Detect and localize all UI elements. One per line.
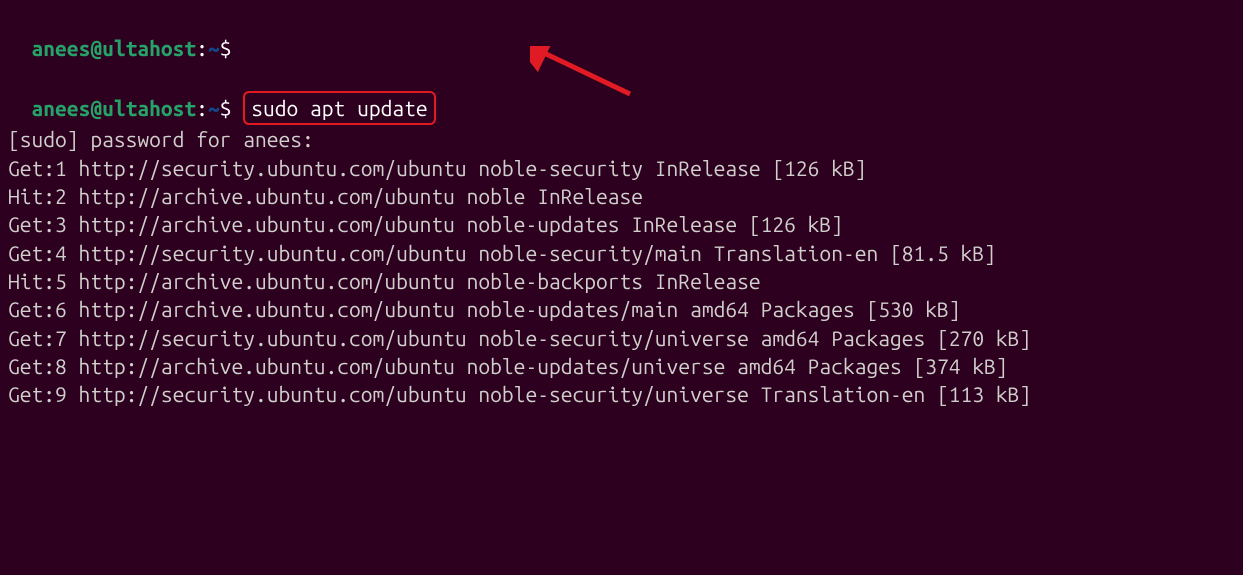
prompt-dollar: $: [220, 36, 232, 60]
output-line: Get:9 http://security.ubuntu.com/ubuntu …: [8, 380, 1235, 408]
output-line: Get:4 http://security.ubuntu.com/ubuntu …: [8, 239, 1235, 267]
prompt-user-host: anees@ultahost: [32, 36, 197, 60]
prompt-separator: :: [196, 36, 208, 60]
output-line: Get:8 http://archive.ubuntu.com/ubuntu n…: [8, 352, 1235, 380]
output-line: Hit:2 http://archive.ubuntu.com/ubuntu n…: [8, 182, 1235, 210]
output-line: Get:3 http://archive.ubuntu.com/ubuntu n…: [8, 210, 1235, 238]
prompt-path: ~: [208, 96, 220, 120]
output-line: Get:6 http://archive.ubuntu.com/ubuntu n…: [8, 295, 1235, 323]
command-input[interactable]: sudo apt update: [243, 91, 435, 125]
output-sudo-prompt: [sudo] password for anees:: [8, 125, 1235, 153]
output-line: Get:7 http://security.ubuntu.com/ubuntu …: [8, 324, 1235, 352]
output-line: Get:1 http://security.ubuntu.com/ubuntu …: [8, 154, 1235, 182]
prompt-path: ~: [208, 36, 220, 60]
prompt-user-host: anees@ultahost: [32, 96, 197, 120]
prompt-line-2[interactable]: anees@ultahost:~$ sudo apt update: [8, 63, 1235, 126]
prompt-dollar: $: [220, 96, 232, 120]
prompt-separator: :: [196, 96, 208, 120]
output-line: Hit:5 http://archive.ubuntu.com/ubuntu n…: [8, 267, 1235, 295]
prompt-line-1: anees@ultahost:~$: [8, 6, 1235, 63]
